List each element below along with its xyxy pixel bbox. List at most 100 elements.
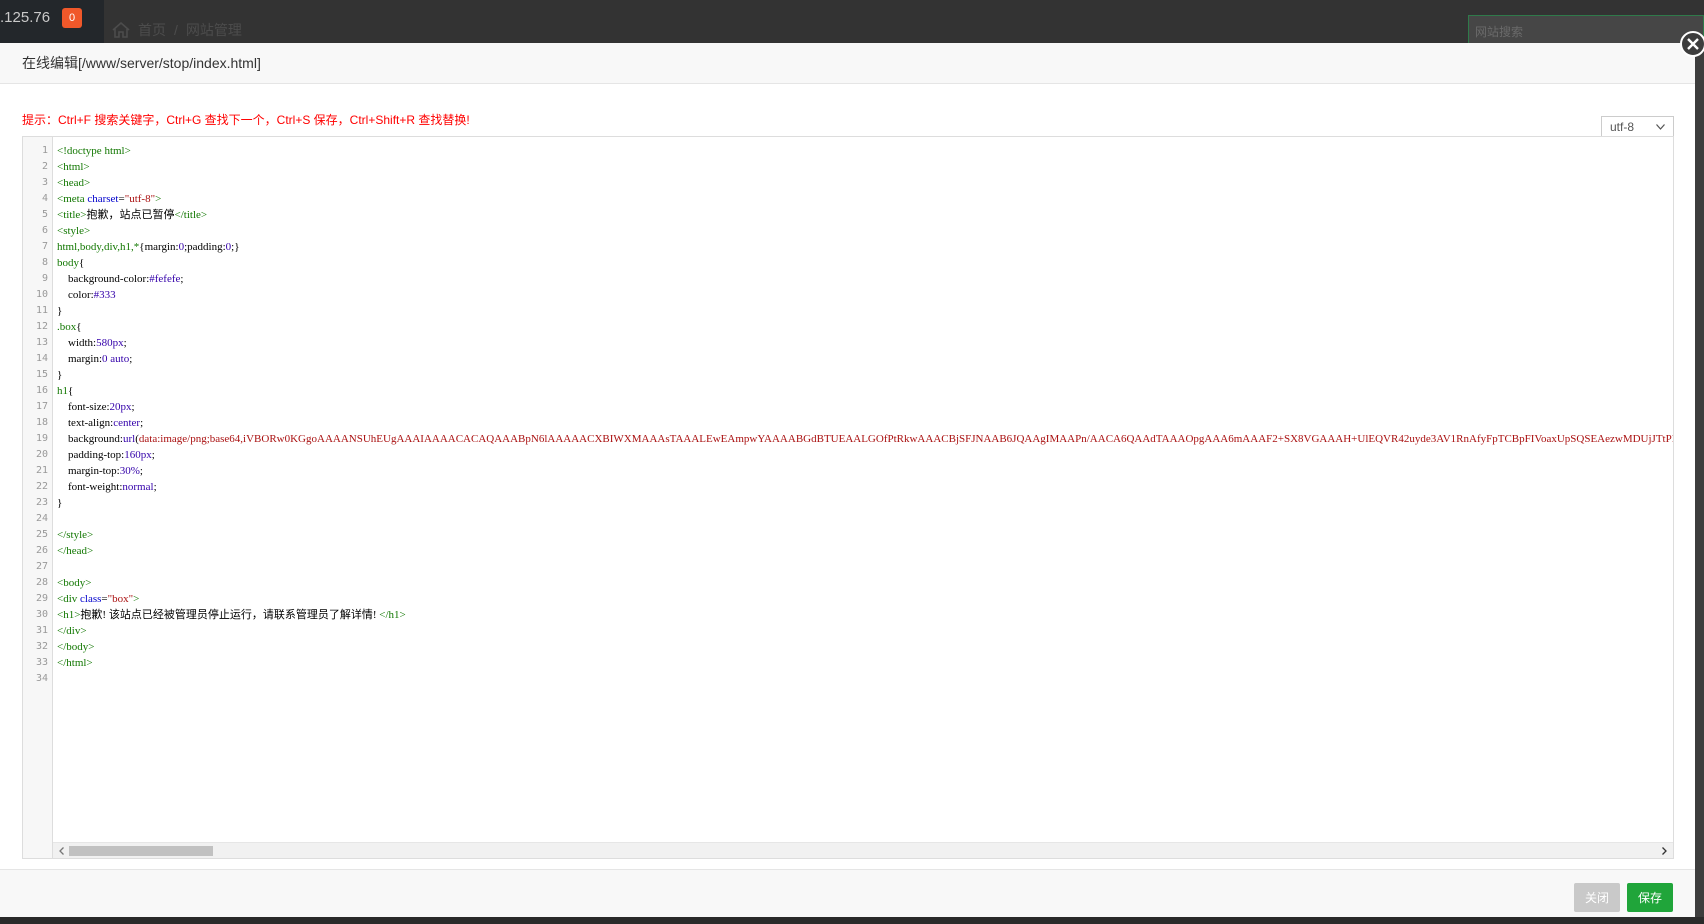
line-number: 31 [35,625,48,636]
code-token: ; [123,337,127,349]
chevron-right-icon[interactable] [1659,846,1669,856]
code-token: ; [129,353,133,365]
code-token: {margin: [139,241,179,253]
code-line: </html> [57,655,1673,671]
code-token: </h1> [379,609,406,621]
code-token: 抱歉! 该站点已经被管理员停止运行，请联系管理员了解详情! [80,609,380,621]
code-line: width:580px; [57,335,1673,351]
line-number: 12 [35,321,48,332]
code-line: <head> [57,175,1673,191]
code-token: > [155,193,162,205]
code-token: } [57,497,63,509]
close-icon[interactable] [1680,31,1704,57]
code-editor[interactable]: 1 2 3 4 5 6 7 8 9 10 11 12 13 14 15 16 17 18 19 20 21 22 23 24 2… [22,136,1674,859]
code-token: </html> [57,657,93,669]
code-token: 20px [109,401,132,413]
code-token: background: [57,433,123,445]
code-line: font-weight:normal; [57,479,1673,495]
chevron-down-icon [1656,124,1665,130]
code-line: .box{ [57,319,1673,335]
line-number: 6 [41,225,48,236]
code-token: <h1> [57,609,81,621]
code-token: ; [139,465,143,477]
code-token: ;} [231,241,240,253]
notification-badge: 0 [62,8,82,28]
scrollbar-thumb[interactable] [69,846,213,856]
code-content[interactable]: <!doctype html> <html> <head> <meta charset… [57,137,1673,841]
line-number: 5 [41,209,48,220]
code-token: { [79,257,85,269]
background-topbar [104,0,1704,44]
dialog-footer: 关闭 保存 [0,869,1695,917]
code-line: </head> [57,543,1673,559]
line-number: 29 [35,593,48,604]
line-number: 8 [41,257,48,268]
chevron-left-icon[interactable] [57,846,67,856]
code-line: </div> [57,623,1673,639]
code-line: text-align:center; [57,415,1673,431]
code-token: </body> [57,641,95,653]
code-token: } [57,305,63,317]
code-token: text-align: [57,417,114,429]
code-token: </head> [57,545,94,557]
code-line: } [57,303,1673,319]
encoding-value: utf-8 [1610,120,1635,134]
code-token: </title> [174,209,208,221]
home-icon [112,22,130,38]
online-editor-dialog: 在线编辑[/www/server/stop/index.html] 提示：Ctr… [0,43,1695,917]
line-number: 16 [35,385,48,396]
code-token: data:image/png;base64,iVBORw0KGgoAAAANSU… [138,433,1673,445]
code-token: <title> [57,209,87,221]
line-number: 30 [35,609,48,620]
code-line: margin:0 auto; [57,351,1673,367]
code-line: </style> [57,527,1673,543]
code-token: margin: [57,353,103,365]
code-token: <div [57,593,81,605]
code-line: <style> [57,223,1673,239]
code-line: <!doctype html> [57,143,1673,159]
line-number: 3 [41,177,48,188]
line-number: 24 [35,513,48,524]
code-line: } [57,367,1673,383]
line-number: 34 [35,673,48,684]
code-token: </div> [57,625,87,637]
line-number: 10 [35,289,48,300]
code-token: font-weight: [57,481,123,493]
line-number: 15 [35,369,48,380]
line-number: 27 [35,561,48,572]
code-token: <style> [57,225,91,237]
close-button[interactable]: 关闭 [1574,883,1620,912]
shortcut-hint: 提示：Ctrl+F 搜索关键字，Ctrl+G 查找下一个，Ctrl+S 保存，C… [22,113,470,127]
code-token: url [122,433,136,445]
dialog-header: 在线编辑[/www/server/stop/index.html] [0,43,1695,84]
code-line: background:url(data:image/png;base64,iVB… [57,431,1673,447]
background-right-strip [1695,44,1704,924]
line-number: 22 [35,481,48,492]
code-line: <body> [57,575,1673,591]
code-token: ; [151,449,155,461]
site-search-input: 网站搜索 [1468,15,1704,44]
line-number-gutter: 1 2 3 4 5 6 7 8 9 10 11 12 13 14 15 16 17 18 19 20 21 22 23 24 2… [23,137,53,858]
code-token: <body> [57,577,92,589]
save-button[interactable]: 保存 [1627,883,1673,912]
code-token: ; [180,273,184,285]
code-token: .box [57,321,77,333]
code-token: 0 auto [102,353,130,365]
dialog-title: 在线编辑[/www/server/stop/index.html] [22,55,261,71]
code-line: </body> [57,639,1673,655]
horizontal-scrollbar[interactable] [53,842,1673,858]
code-token: center [113,417,141,429]
line-number: 25 [35,529,48,540]
code-token: ; [140,417,144,429]
code-token: <!doctype html> [57,145,131,157]
server-ip-text: .125.76 [0,9,51,26]
line-number: 2 [41,161,48,172]
code-token: normal [122,481,154,493]
code-token: 抱歉，站点已暂停 [86,209,175,221]
line-number: 9 [41,273,48,284]
encoding-select[interactable]: utf-8 [1601,116,1674,138]
line-number: 19 [35,433,48,444]
